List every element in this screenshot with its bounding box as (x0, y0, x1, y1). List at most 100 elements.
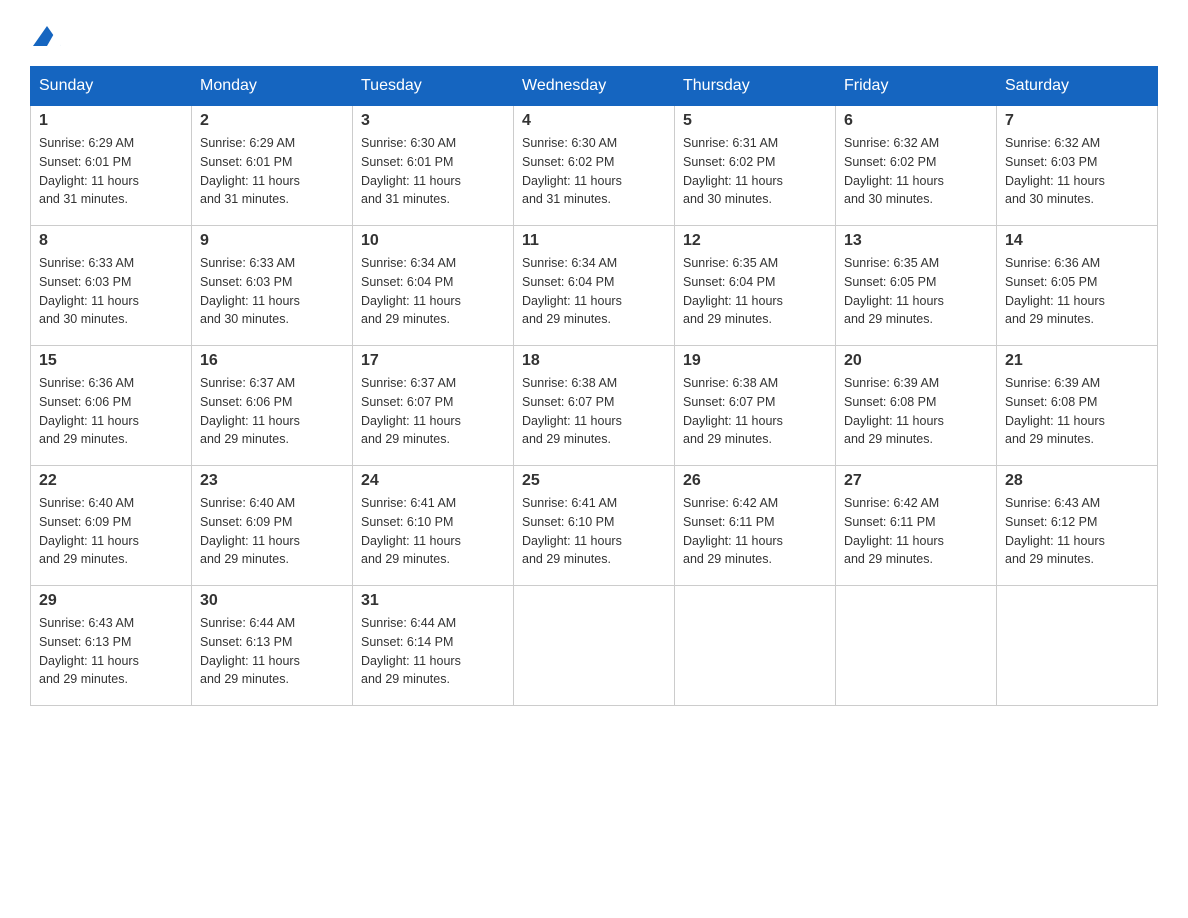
week-row-5: 29Sunrise: 6:43 AMSunset: 6:13 PMDayligh… (31, 586, 1158, 706)
day-number: 2 (200, 112, 344, 130)
calendar-cell: 6 Sunrise: 6:32 AMSunset: 6:02 PMDaylight… (836, 106, 997, 226)
week-row-4: 22 Sunrise: 6:40 AMSunset: 6:09 PMDayligh… (31, 466, 1158, 586)
day-info: Sunrise: 6:31 AMSunset: 6:02 PMDaylight:… (683, 134, 827, 209)
calendar-cell: 31 Sunrise: 6:44 AMSunset: 6:14 PMDayligh… (353, 586, 514, 706)
day-number: 6 (844, 112, 988, 130)
week-row-3: 15 Sunrise: 6:36 AMSunset: 6:06 PMDayligh… (31, 346, 1158, 466)
calendar-cell: 14 Sunrise: 6:36 AMSunset: 6:05 PMDayligh… (997, 226, 1158, 346)
calendar-cell: 4 Sunrise: 6:30 AMSunset: 6:02 PMDaylight… (514, 106, 675, 226)
day-number: 19 (683, 352, 827, 370)
day-number: 20 (844, 352, 988, 370)
day-number: 24 (361, 472, 505, 490)
day-info: Sunrise: 6:38 AMSunset: 6:07 PMDaylight:… (522, 374, 666, 449)
day-info: Sunrise: 6:29 AMSunset: 6:01 PMDaylight:… (39, 134, 183, 209)
calendar-cell (836, 586, 997, 706)
day-number: 4 (522, 112, 666, 130)
calendar-cell (675, 586, 836, 706)
calendar-cell: 12 Sunrise: 6:35 AMSunset: 6:04 PMDayligh… (675, 226, 836, 346)
calendar-cell: 18 Sunrise: 6:38 AMSunset: 6:07 PMDayligh… (514, 346, 675, 466)
calendar-cell: 20 Sunrise: 6:39 AMSunset: 6:08 PMDayligh… (836, 346, 997, 466)
day-number: 22 (39, 472, 183, 490)
day-number: 7 (1005, 112, 1149, 130)
day-info: Sunrise: 6:40 AMSunset: 6:09 PMDaylight:… (39, 494, 183, 569)
day-number: 21 (1005, 352, 1149, 370)
day-info: Sunrise: 6:35 AMSunset: 6:05 PMDaylight:… (844, 254, 988, 329)
calendar-cell: 26 Sunrise: 6:42 AMSunset: 6:11 PMDayligh… (675, 466, 836, 586)
day-info: Sunrise: 6:35 AMSunset: 6:04 PMDaylight:… (683, 254, 827, 329)
calendar-table: SundayMondayTuesdayWednesdayThursdayFrid… (30, 66, 1158, 706)
calendar-cell: 22 Sunrise: 6:40 AMSunset: 6:09 PMDayligh… (31, 466, 192, 586)
calendar-body: 1 Sunrise: 6:29 AMSunset: 6:01 PMDaylight… (31, 106, 1158, 706)
calendar-cell: 21 Sunrise: 6:39 AMSunset: 6:08 PMDayligh… (997, 346, 1158, 466)
day-info: Sunrise: 6:34 AMSunset: 6:04 PMDaylight:… (522, 254, 666, 329)
day-info: Sunrise: 6:34 AMSunset: 6:04 PMDaylight:… (361, 254, 505, 329)
day-info: Sunrise: 6:42 AMSunset: 6:11 PMDaylight:… (683, 494, 827, 569)
day-number: 28 (1005, 472, 1149, 490)
day-info: Sunrise: 6:39 AMSunset: 6:08 PMDaylight:… (844, 374, 988, 449)
day-info: Sunrise: 6:32 AMSunset: 6:03 PMDaylight:… (1005, 134, 1149, 209)
calendar-cell: 23 Sunrise: 6:40 AMSunset: 6:09 PMDayligh… (192, 466, 353, 586)
day-number: 3 (361, 112, 505, 130)
day-info: Sunrise: 6:36 AMSunset: 6:06 PMDaylight:… (39, 374, 183, 449)
page-header (30, 20, 1158, 46)
week-row-1: 1 Sunrise: 6:29 AMSunset: 6:01 PMDaylight… (31, 106, 1158, 226)
calendar-cell: 29Sunrise: 6:43 AMSunset: 6:13 PMDayligh… (31, 586, 192, 706)
day-info: Sunrise: 6:43 AMSunset: 6:12 PMDaylight:… (1005, 494, 1149, 569)
calendar-cell: 15 Sunrise: 6:36 AMSunset: 6:06 PMDayligh… (31, 346, 192, 466)
logo (30, 20, 61, 46)
calendar-cell: 11 Sunrise: 6:34 AMSunset: 6:04 PMDayligh… (514, 226, 675, 346)
day-info: Sunrise: 6:33 AMSunset: 6:03 PMDaylight:… (39, 254, 183, 329)
day-header-tuesday: Tuesday (353, 67, 514, 106)
day-number: 1 (39, 112, 183, 130)
calendar-cell: 30 Sunrise: 6:44 AMSunset: 6:13 PMDayligh… (192, 586, 353, 706)
day-number: 10 (361, 232, 505, 250)
day-info: Sunrise: 6:40 AMSunset: 6:09 PMDaylight:… (200, 494, 344, 569)
day-info: Sunrise: 6:36 AMSunset: 6:05 PMDaylight:… (1005, 254, 1149, 329)
day-info: Sunrise: 6:41 AMSunset: 6:10 PMDaylight:… (522, 494, 666, 569)
day-number: 17 (361, 352, 505, 370)
day-number: 31 (361, 592, 505, 610)
day-info: Sunrise: 6:32 AMSunset: 6:02 PMDaylight:… (844, 134, 988, 209)
day-info: Sunrise: 6:43 AMSunset: 6:13 PMDaylight:… (39, 614, 183, 689)
day-info: Sunrise: 6:30 AMSunset: 6:02 PMDaylight:… (522, 134, 666, 209)
day-info: Sunrise: 6:39 AMSunset: 6:08 PMDaylight:… (1005, 374, 1149, 449)
calendar-cell: 10 Sunrise: 6:34 AMSunset: 6:04 PMDayligh… (353, 226, 514, 346)
day-info: Sunrise: 6:42 AMSunset: 6:11 PMDaylight:… (844, 494, 988, 569)
day-header-thursday: Thursday (675, 67, 836, 106)
week-row-2: 8Sunrise: 6:33 AMSunset: 6:03 PMDaylight… (31, 226, 1158, 346)
calendar-cell: 27 Sunrise: 6:42 AMSunset: 6:11 PMDayligh… (836, 466, 997, 586)
calendar-cell: 16Sunrise: 6:37 AMSunset: 6:06 PMDayligh… (192, 346, 353, 466)
day-header-sunday: Sunday (31, 67, 192, 106)
day-info: Sunrise: 6:29 AMSunset: 6:01 PMDaylight:… (200, 134, 344, 209)
day-number: 11 (522, 232, 666, 250)
day-number: 30 (200, 592, 344, 610)
day-number: 12 (683, 232, 827, 250)
day-info: Sunrise: 6:33 AMSunset: 6:03 PMDaylight:… (200, 254, 344, 329)
calendar-cell: 2 Sunrise: 6:29 AMSunset: 6:01 PMDaylight… (192, 106, 353, 226)
day-info: Sunrise: 6:37 AMSunset: 6:06 PMDaylight:… (200, 374, 344, 449)
calendar-cell (514, 586, 675, 706)
day-info: Sunrise: 6:44 AMSunset: 6:14 PMDaylight:… (361, 614, 505, 689)
day-number: 18 (522, 352, 666, 370)
day-number: 25 (522, 472, 666, 490)
day-header-saturday: Saturday (997, 67, 1158, 106)
day-info: Sunrise: 6:37 AMSunset: 6:07 PMDaylight:… (361, 374, 505, 449)
day-header-wednesday: Wednesday (514, 67, 675, 106)
calendar-cell: 3Sunrise: 6:30 AMSunset: 6:01 PMDaylight… (353, 106, 514, 226)
day-info: Sunrise: 6:44 AMSunset: 6:13 PMDaylight:… (200, 614, 344, 689)
day-number: 27 (844, 472, 988, 490)
day-number: 26 (683, 472, 827, 490)
calendar-cell: 19Sunrise: 6:38 AMSunset: 6:07 PMDayligh… (675, 346, 836, 466)
day-info: Sunrise: 6:41 AMSunset: 6:10 PMDaylight:… (361, 494, 505, 569)
day-header-monday: Monday (192, 67, 353, 106)
calendar-cell: 5Sunrise: 6:31 AMSunset: 6:02 PMDaylight… (675, 106, 836, 226)
calendar-header: SundayMondayTuesdayWednesdayThursdayFrid… (31, 67, 1158, 106)
calendar-cell: 13Sunrise: 6:35 AMSunset: 6:05 PMDayligh… (836, 226, 997, 346)
day-number: 15 (39, 352, 183, 370)
day-number: 23 (200, 472, 344, 490)
day-number: 9 (200, 232, 344, 250)
day-number: 14 (1005, 232, 1149, 250)
calendar-cell: 9 Sunrise: 6:33 AMSunset: 6:03 PMDaylight… (192, 226, 353, 346)
calendar-cell: 17 Sunrise: 6:37 AMSunset: 6:07 PMDayligh… (353, 346, 514, 466)
logo-arrow-icon (33, 22, 61, 46)
